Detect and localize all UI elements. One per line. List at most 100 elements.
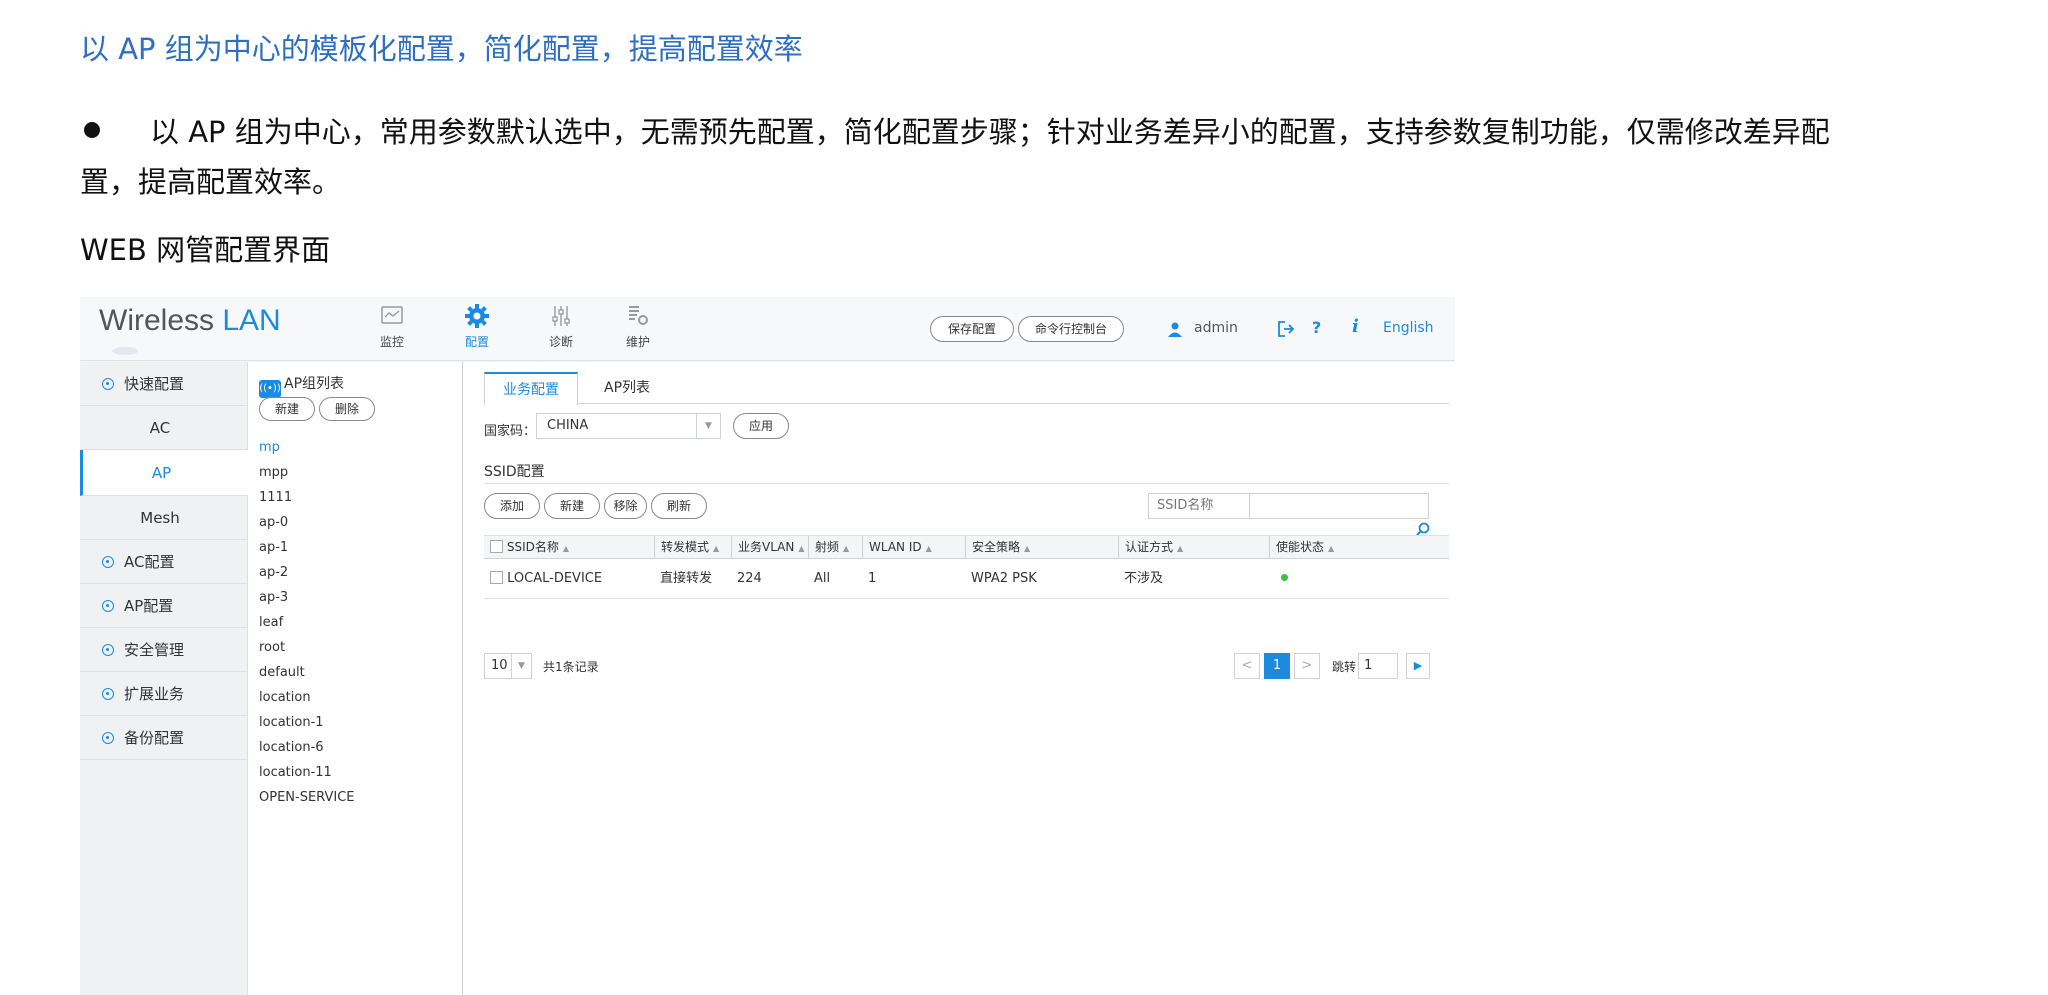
logo: Wireless LAN (99, 304, 281, 338)
ap-group-item[interactable]: 1111 (259, 485, 355, 510)
column-header-vlan[interactable]: 业务VLAN ▲ (731, 536, 808, 558)
nav-sub-ap[interactable]: AP (80, 450, 248, 496)
nav-diagnose-label: 诊断 (548, 335, 573, 349)
table-header: SSID名称 ▲ 转发模式 ▲ 业务VLAN ▲ 射频 ▲ WLAN ID ▲ 安全策略 ▲… (484, 535, 1449, 559)
left-navigation: 快速配置 AC AP Mesh AC配置 AP配置 安全管理 扩展业务 备份配置 (80, 362, 248, 995)
column-header-ssid[interactable]: SSID名称 ▲ (484, 536, 654, 558)
tab-ap-list[interactable]: AP列表 (586, 372, 668, 404)
new-group-button[interactable]: 新建 (259, 397, 315, 421)
country-code-select[interactable]: CHINA ▼ (536, 413, 721, 439)
ap-group-item[interactable]: OPEN-SERVICE (259, 785, 355, 810)
column-header-label: 业务VLAN (738, 540, 795, 554)
column-header-enabled[interactable]: 使能状态 ▲ (1269, 536, 1449, 558)
column-header-forward[interactable]: 转发模式 ▲ (654, 536, 731, 558)
ssid-section-title: SSID配置 (484, 464, 545, 480)
remove-button[interactable]: 移除 (604, 493, 647, 519)
logo-text: Wireless (99, 304, 223, 337)
go-arrow-icon[interactable]: ▶ (1406, 653, 1430, 679)
web-ui-screenshot: Wireless LAN 监控 配置 诊断 维护 保存配置 命令行控制台 adm… (80, 297, 1455, 995)
language-link[interactable]: English (1383, 320, 1434, 336)
ap-group-heading-text: AP组列表 (284, 376, 345, 392)
sort-icon: ▲ (798, 544, 805, 553)
wifi-icon: ((•)) (259, 380, 281, 398)
jump-page-input[interactable]: 1 (1358, 653, 1398, 679)
expand-circle-icon (102, 378, 114, 390)
sliders-icon (552, 306, 570, 326)
nav-maintain-label: 维护 (625, 335, 650, 349)
expand-circle-icon (102, 600, 114, 612)
username[interactable]: admin (1194, 320, 1238, 336)
ssid-search-input[interactable]: SSID名称 (1148, 493, 1429, 519)
logo-decoration (112, 347, 138, 355)
nav-ac-config[interactable]: AC配置 (80, 540, 248, 584)
ap-group-item[interactable]: root (259, 635, 355, 660)
nav-extended[interactable]: 扩展业务 (80, 672, 248, 716)
nav-quick-config[interactable]: 快速配置 (80, 362, 248, 406)
nav-maintain[interactable]: 维护 (613, 303, 663, 355)
nav-ap-config[interactable]: AP配置 (80, 584, 248, 628)
chevron-down-icon: ▼ (696, 414, 720, 438)
ap-group-item[interactable]: location (259, 685, 355, 710)
ap-group-item[interactable]: location-1 (259, 710, 355, 735)
tab-bar: 业务配置 AP列表 (484, 372, 1449, 405)
ap-group-item[interactable]: ap-1 (259, 535, 355, 560)
logout-icon[interactable] (1278, 321, 1296, 337)
select-all-checkbox[interactable] (490, 540, 503, 553)
save-config-button[interactable]: 保存配置 (930, 316, 1014, 342)
ap-group-item[interactable]: location-11 (259, 760, 355, 785)
ap-group-item[interactable]: location-6 (259, 735, 355, 760)
search-icon[interactable] (1416, 522, 1430, 536)
sort-icon: ▲ (843, 544, 850, 553)
column-header-security[interactable]: 安全策略 ▲ (965, 536, 1118, 558)
delete-group-button[interactable]: 删除 (319, 397, 375, 421)
column-header-radio[interactable]: 射频 ▲ (808, 536, 862, 558)
nav-diagnose[interactable]: 诊断 (536, 303, 586, 355)
column-header-label: 安全策略 (972, 540, 1021, 554)
nav-backup-label: 备份配置 (124, 729, 185, 747)
ap-group-item[interactable]: default (259, 660, 355, 685)
nav-ac-config-label: AC配置 (124, 553, 175, 571)
nav-config-tab[interactable]: 配置 (452, 303, 502, 355)
expand-circle-icon (102, 732, 114, 744)
ap-group-list: mp mpp 1111 ap-0 ap-1 ap-2 ap-3 leaf roo… (259, 435, 355, 810)
page-size-value: 10 (491, 658, 508, 673)
ap-group-item[interactable]: mpp (259, 460, 355, 485)
tab-service-config[interactable]: 业务配置 (484, 372, 578, 405)
new-button[interactable]: 新建 (544, 493, 600, 519)
nav-quick-config-label: 快速配置 (124, 375, 185, 393)
cell-forward: 直接转发 (660, 571, 713, 586)
nav-security-label: 安全管理 (124, 641, 185, 659)
refresh-button[interactable]: 刷新 (651, 493, 707, 519)
cell-radio: All (814, 571, 831, 586)
country-code-value: CHINA (547, 418, 589, 433)
nav-config[interactable] (347, 303, 397, 355)
page-number-button[interactable]: 1 (1264, 653, 1290, 679)
ap-group-item[interactable]: ap-3 (259, 585, 355, 610)
page-size-select[interactable]: 10 ▼ (484, 653, 532, 679)
apply-button[interactable]: 应用 (733, 413, 789, 439)
ap-group-item[interactable]: ap-2 (259, 560, 355, 585)
bullet-dot-icon (84, 122, 100, 138)
prev-page-button[interactable]: < (1234, 653, 1260, 679)
nav-backup[interactable]: 备份配置 (80, 716, 248, 760)
add-button[interactable]: 添加 (484, 493, 540, 519)
ap-group-item[interactable]: mp (259, 435, 355, 460)
column-header-label: SSID名称 (506, 540, 559, 554)
logo-accent-text: LAN (222, 304, 281, 337)
nav-security[interactable]: 安全管理 (80, 628, 248, 672)
help-icon[interactable]: ? (1312, 318, 1321, 337)
table-row[interactable]: LOCAL-DEVICE 直接转发 224 All 1 WPA2 PSK 不涉及 (484, 559, 1449, 599)
nav-sub-mesh[interactable]: Mesh (80, 496, 248, 540)
divider (1249, 494, 1250, 518)
cell-ssid-text: LOCAL-DEVICE (507, 571, 603, 586)
info-icon[interactable]: i (1352, 316, 1359, 337)
cli-console-button[interactable]: 命令行控制台 (1018, 316, 1124, 342)
column-header-wlan-id[interactable]: WLAN ID ▲ (862, 536, 965, 558)
row-checkbox[interactable] (490, 571, 503, 584)
column-header-auth[interactable]: 认证方式 ▲ (1118, 536, 1269, 558)
top-bar: Wireless LAN 监控 配置 诊断 维护 保存配置 命令行控制台 adm… (80, 297, 1455, 361)
ap-group-item[interactable]: leaf (259, 610, 355, 635)
ap-group-item[interactable]: ap-0 (259, 510, 355, 535)
next-page-button[interactable]: > (1294, 653, 1320, 679)
nav-sub-ac[interactable]: AC (80, 406, 248, 450)
